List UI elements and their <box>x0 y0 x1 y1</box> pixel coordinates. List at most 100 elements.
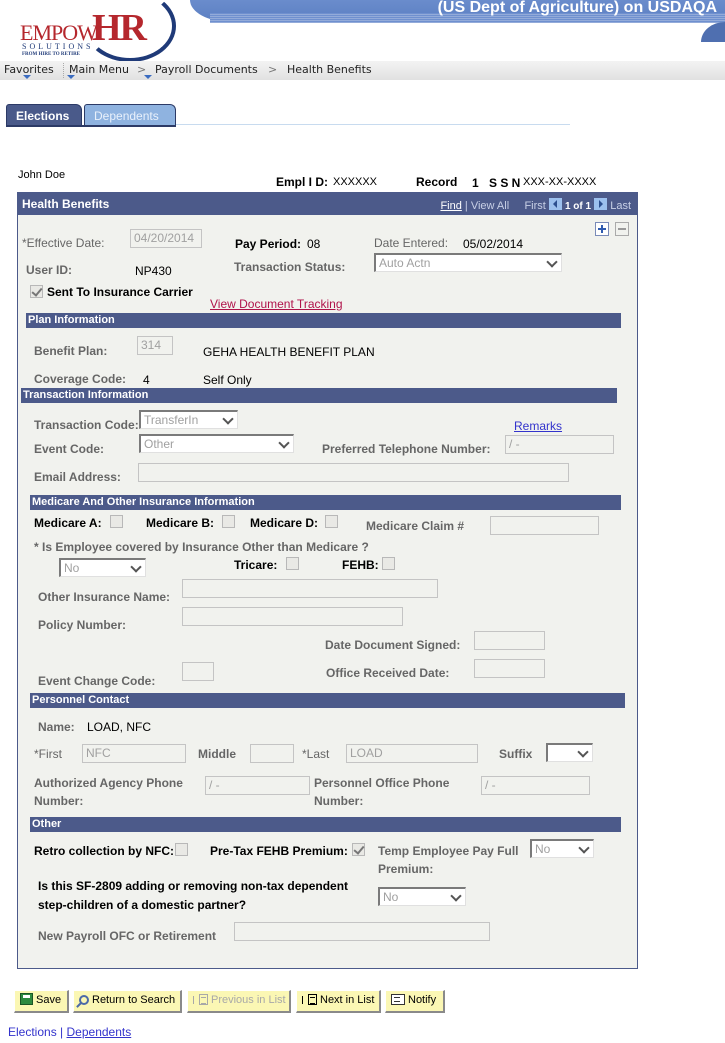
office-received-date-field[interactable] <box>474 659 545 678</box>
save-button[interactable]: Save <box>14 990 69 1013</box>
notify-icon <box>391 994 405 1005</box>
benefit-plan-field[interactable]: 314 <box>137 336 173 355</box>
policy-number-field[interactable] <box>182 607 403 626</box>
other-insurance-name-field[interactable] <box>182 579 438 598</box>
logo-tagline: FROM HIRE TO RETIRE <box>22 52 81 57</box>
return-to-search-button[interactable]: Return to Search <box>73 990 182 1013</box>
tricare-checkbox[interactable] <box>286 557 299 570</box>
empl-id-label: Empl I D: <box>276 175 329 189</box>
favorites-dropdown-icon[interactable] <box>23 75 31 79</box>
tab-elections[interactable]: Elections <box>6 104 82 126</box>
section-transaction-information: Transaction Information <box>21 388 617 403</box>
middle-name-label: Middle <box>198 747 236 761</box>
suffix-label: Suffix <box>499 747 533 761</box>
sent-to-carrier-checkbox[interactable] <box>30 285 43 298</box>
coverage-code-value: 4 <box>143 373 150 387</box>
temp-employee-label: Temp Employee Pay Full <box>378 844 519 858</box>
section-plan-information: Plan Information <box>26 313 621 328</box>
pretax-fehb-label: Pre-Tax FEHB Premium: <box>210 844 348 858</box>
environment-title: (US Dept of Agriculture) on USDAQA <box>437 0 717 16</box>
agency-phone-field[interactable]: / - <box>205 776 310 795</box>
transaction-code-select[interactable]: TransferIn <box>139 410 238 429</box>
new-payroll-label: New Payroll OFC or Retirement <box>38 929 217 943</box>
other-insurance-question: * Is Employee covered by Insurance Other… <box>34 540 369 554</box>
remarks-link[interactable]: Remarks <box>514 419 562 433</box>
section-personnel-contact: Personnel Contact <box>30 693 625 708</box>
middle-name-field[interactable] <box>250 744 294 763</box>
notify-label: Notify <box>408 994 437 1006</box>
main-menu-dropdown-icon[interactable] <box>67 75 75 79</box>
pay-period-value: 08 <box>307 237 321 251</box>
next-in-list-button[interactable]: Next in List <box>296 990 381 1013</box>
tab-dependents[interactable]: Dependents <box>84 104 176 126</box>
find-link[interactable]: Find <box>440 200 461 212</box>
effective-date-label: *Effective Date: <box>22 236 105 250</box>
preferred-phone-field[interactable]: / - <box>505 435 614 454</box>
empl-id-value: XXXXXX <box>333 176 378 188</box>
medicare-claim-field[interactable] <box>490 516 599 535</box>
ssn-label: S S N <box>489 176 521 190</box>
transaction-status-select[interactable]: Auto Actn <box>374 253 562 272</box>
search-icon <box>79 995 89 1005</box>
suffix-select[interactable] <box>546 743 593 762</box>
effective-date-field[interactable]: 04/20/2014 <box>130 229 202 248</box>
date-document-signed-field[interactable] <box>474 631 545 650</box>
temp-employee-select[interactable]: No <box>530 839 594 858</box>
return-to-search-label: Return to Search <box>92 994 176 1006</box>
footer-separator: | <box>60 1025 64 1039</box>
previous-row-icon[interactable] <box>548 198 562 210</box>
medicare-d-checkbox[interactable] <box>325 515 338 528</box>
medicare-a-checkbox[interactable] <box>110 515 123 528</box>
contact-name-value: LOAD, NFC <box>87 720 152 734</box>
ssn-value: XXX-XX-XXXX <box>523 176 597 188</box>
previous-in-list-button[interactable]: Previous in List <box>187 990 291 1013</box>
previous-list-icon <box>193 994 208 1005</box>
sf2809-select[interactable]: No <box>378 887 466 906</box>
first-name-field[interactable]: NFC <box>82 744 186 763</box>
date-entered-value: 05/02/2014 <box>463 237 524 251</box>
fehb-checkbox[interactable] <box>382 557 395 570</box>
record-value: 1 <box>472 176 479 190</box>
breadcrumb-payroll-documents[interactable]: Payroll Documents <box>155 63 258 76</box>
office-phone-label-line2: Number: <box>314 794 364 808</box>
header-corner-decoration <box>701 22 725 42</box>
medicare-b-checkbox[interactable] <box>222 515 235 528</box>
email-address-label: Email Address: <box>34 470 121 484</box>
previous-in-list-label: Previous in List <box>211 994 286 1006</box>
medicare-d-label: Medicare D: <box>250 516 319 530</box>
breadcrumb-health-benefits[interactable]: Health Benefits <box>287 63 372 76</box>
last-name-field[interactable]: LOAD <box>346 744 478 763</box>
logo-solutions: SOLUTIONS <box>22 42 94 51</box>
agency-phone-label-line2: Number: <box>34 794 84 808</box>
email-address-field[interactable] <box>138 463 569 482</box>
payroll-documents-dropdown-icon[interactable] <box>144 75 152 79</box>
event-code-select[interactable]: Other <box>139 434 294 453</box>
transaction-code-label: Transaction Code: <box>34 418 139 432</box>
breadcrumb-main-menu[interactable]: Main Menu <box>69 63 129 76</box>
retro-collection-checkbox[interactable] <box>175 843 188 856</box>
row-count: 1 of 1 <box>564 201 592 212</box>
footer-dependents-link[interactable]: Dependents <box>67 1025 132 1039</box>
last-link[interactable]: Last <box>610 200 631 212</box>
delete-row-button[interactable] <box>615 222 629 236</box>
add-row-button[interactable] <box>595 222 609 236</box>
tricare-label: Tricare: <box>234 558 278 572</box>
first-link[interactable]: First <box>524 200 545 212</box>
view-document-tracking-link[interactable]: View Document Tracking <box>210 297 343 311</box>
new-payroll-field[interactable] <box>234 922 490 941</box>
sent-to-carrier-label: Sent To Insurance Carrier <box>47 285 193 299</box>
sf2809-question: Is this SF-2809 adding or removing non-t… <box>38 879 349 893</box>
next-in-list-label: Next in List <box>320 994 375 1006</box>
tab-underline <box>6 125 176 127</box>
other-insurance-name-label: Other Insurance Name: <box>38 590 171 604</box>
pretax-fehb-checkbox[interactable] <box>352 843 365 856</box>
other-insurance-select[interactable]: No <box>59 558 146 577</box>
contact-name-label: Name: <box>38 720 75 734</box>
view-all-link[interactable]: View All <box>471 200 509 212</box>
next-row-icon[interactable] <box>594 198 608 210</box>
coverage-code-label: Coverage Code: <box>34 372 127 386</box>
office-phone-field[interactable]: / - <box>481 776 590 795</box>
event-change-code-field[interactable] <box>182 662 214 681</box>
last-name-label: *Last <box>302 747 330 761</box>
notify-button[interactable]: Notify <box>385 990 445 1013</box>
